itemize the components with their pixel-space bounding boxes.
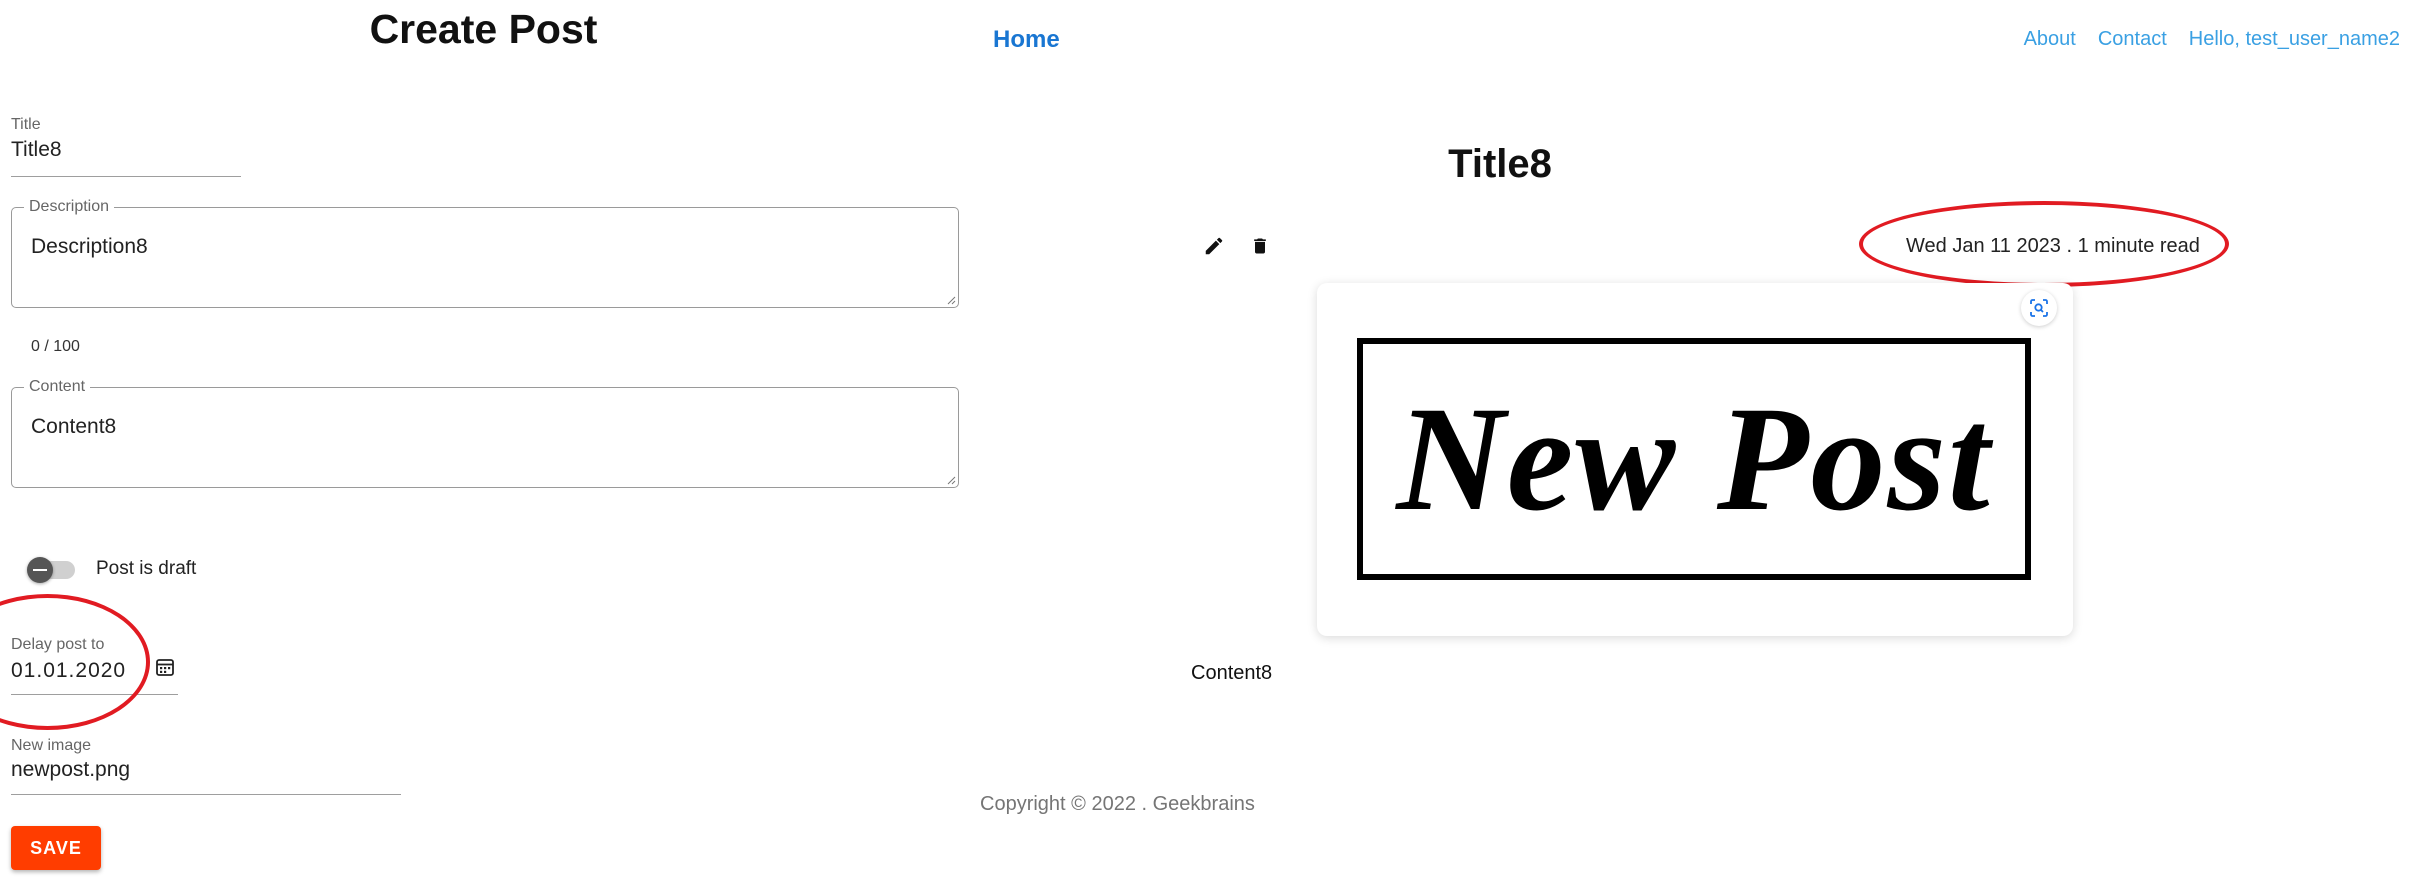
trash-icon[interactable] (1250, 235, 1270, 257)
nav-user-greeting[interactable]: Hello, test_user_name2 (2189, 28, 2400, 51)
nav-links: About Contact Hello, test_user_name2 (2024, 28, 2400, 51)
focus-search-icon (2030, 299, 2048, 317)
post-image-card: New Post (1317, 283, 2073, 636)
footer-copyright: Copyright © 2022 . Geekbrains (980, 793, 1255, 815)
nav-contact-link[interactable]: Contact (2098, 28, 2167, 51)
title-field-value: Title8 (11, 138, 62, 161)
description-char-counter: 0 / 100 (31, 338, 80, 355)
post-image-text: New Post (1396, 376, 1992, 542)
page-title: Create Post (369, 6, 598, 52)
new-image-label: New image (11, 737, 92, 754)
pencil-icon[interactable] (1203, 235, 1225, 257)
content-label: Content (24, 378, 91, 396)
delay-date-label: Delay post to (11, 636, 105, 653)
content-textarea[interactable]: Content Content8 (11, 378, 959, 488)
title-field-label: Title (11, 116, 41, 133)
new-image-value: newpost.png (11, 758, 131, 781)
calendar-icon[interactable] (155, 657, 175, 677)
post-title: Title8 (1448, 142, 1552, 186)
description-label: Description (24, 198, 115, 216)
delay-date-input[interactable]: 01.01.2020 (11, 656, 178, 695)
description-textarea[interactable]: Description Description8 (11, 198, 959, 308)
resize-handle-icon[interactable] (946, 295, 956, 305)
description-value: Description8 (31, 235, 148, 258)
save-button[interactable]: SAVE (11, 826, 101, 870)
delay-date-value: 01.01.2020 (11, 659, 127, 682)
new-image-input[interactable]: newpost.png (11, 756, 401, 795)
title-field[interactable]: Title8 (11, 136, 241, 177)
toggle-thumb (27, 557, 53, 583)
resize-handle-icon[interactable] (946, 475, 956, 485)
draft-toggle-label: Post is draft (96, 558, 197, 579)
post-content: Content8 (1191, 662, 1273, 684)
nav-home-link[interactable]: Home (993, 26, 1060, 54)
post-image: New Post (1357, 338, 2031, 580)
post-meta: Wed Jan 11 2023 . 1 minute read (1906, 235, 2200, 257)
content-value: Content8 (31, 415, 117, 438)
image-search-button[interactable] (2021, 290, 2057, 326)
nav-about-link[interactable]: About (2024, 28, 2076, 51)
draft-toggle[interactable] (27, 555, 77, 585)
